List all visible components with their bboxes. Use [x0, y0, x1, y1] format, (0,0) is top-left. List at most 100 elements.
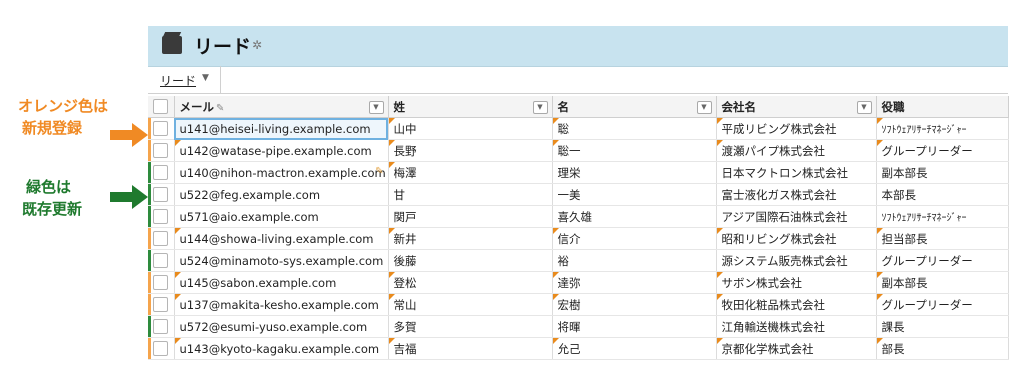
title-cell[interactable]: 担当部長	[876, 227, 1009, 250]
row-checkbox-cell[interactable]	[148, 205, 175, 228]
email-cell[interactable]: u524@minamoto-sys.example.com	[174, 249, 389, 272]
row-checkbox-cell[interactable]	[148, 315, 175, 338]
email-cell[interactable]: u145@sabon.example.com	[174, 271, 389, 294]
last-name-cell[interactable]: 梅澤	[388, 161, 553, 184]
table-row[interactable]: u524@minamoto-sys.example.com 後藤 裕 源システム…	[148, 249, 1009, 272]
table-row[interactable]: u144@showa-living.example.com 新井 信介 昭和リビ…	[148, 227, 1009, 250]
view-selector[interactable]: リード ▼	[148, 66, 221, 93]
table-row[interactable]: u142@watase-pipe.example.com 長野 聡一 渡瀬パイプ…	[148, 139, 1009, 162]
first-name-cell[interactable]: 聡	[552, 117, 717, 140]
email-cell[interactable]: u522@feg.example.com	[174, 183, 389, 206]
chevron-down-icon[interactable]: ▼	[202, 73, 209, 83]
last-name-cell[interactable]: 吉福	[388, 337, 553, 360]
row-checkbox[interactable]	[153, 275, 169, 290]
first-name-cell[interactable]: 宏樹	[552, 293, 717, 316]
first-name-cell[interactable]: 聡一	[552, 139, 717, 162]
first-name-cell[interactable]: 一美	[552, 183, 717, 206]
last-name-cell[interactable]: 後藤	[388, 249, 553, 272]
last-name-cell[interactable]: 常山	[388, 293, 553, 316]
select-all-checkbox[interactable]	[153, 99, 169, 114]
table-row[interactable]: u137@makita-kesho.example.com 常山 宏樹 牧田化粧…	[148, 293, 1009, 316]
row-checkbox[interactable]	[153, 341, 169, 356]
column-header-email[interactable]: メール ✎ ▼	[174, 96, 389, 118]
last-name-cell[interactable]: 多賀	[388, 315, 553, 338]
email-cell[interactable]: u137@makita-kesho.example.com	[174, 293, 389, 316]
row-checkbox-cell[interactable]	[148, 249, 175, 272]
email-cell[interactable]: u144@showa-living.example.com	[174, 227, 389, 250]
last-name-cell[interactable]: 山中	[388, 117, 553, 140]
email-cell[interactable]: u143@kyoto-kagaku.example.com	[174, 337, 389, 360]
title-cell[interactable]: 副本部長	[876, 161, 1009, 184]
first-name-cell[interactable]: 理栄	[552, 161, 717, 184]
column-header-last-name[interactable]: 姓 ▼	[388, 96, 553, 118]
row-checkbox[interactable]	[153, 253, 169, 268]
first-name-cell[interactable]: 允己	[552, 337, 717, 360]
gear-icon[interactable]: ✲	[252, 38, 262, 52]
row-checkbox[interactable]	[153, 231, 169, 246]
table-row[interactable]: u140@nihon-mactron.example.com ✎ 梅澤 理栄 日本…	[148, 161, 1009, 184]
column-header-first-name[interactable]: 名 ▼	[552, 96, 717, 118]
row-checkbox[interactable]	[153, 187, 169, 202]
title-cell[interactable]: ｿﾌﾄｳｪｱﾘｻｰﾁﾏﾈｰｼﾞｬｰ	[876, 205, 1009, 228]
table-row[interactable]: u143@kyoto-kagaku.example.com 吉福 允己 京都化学…	[148, 337, 1009, 360]
company-cell[interactable]: 源システム販売株式会社	[716, 249, 877, 272]
row-checkbox-cell[interactable]	[148, 117, 175, 140]
company-cell[interactable]: 江角輸送機株式会社	[716, 315, 877, 338]
email-cell[interactable]: u140@nihon-mactron.example.com ✎	[174, 161, 389, 184]
row-checkbox[interactable]	[153, 209, 169, 224]
table-row[interactable]: u145@sabon.example.com 登松 達弥 サボン株式会社 副本部…	[148, 271, 1009, 294]
last-name-cell[interactable]: 甘	[388, 183, 553, 206]
email-cell[interactable]: u142@watase-pipe.example.com	[174, 139, 389, 162]
column-menu-first-name-icon[interactable]: ▼	[696, 101, 712, 114]
title-cell[interactable]: 本部長	[876, 183, 1009, 206]
title-cell[interactable]: 部長	[876, 337, 1009, 360]
company-cell[interactable]: アジア国際石油株式会社	[716, 205, 877, 228]
row-checkbox[interactable]	[153, 121, 169, 136]
first-name-cell[interactable]: 裕	[552, 249, 717, 272]
title-cell[interactable]: 課長	[876, 315, 1009, 338]
column-menu-email-icon[interactable]: ▼	[368, 101, 384, 114]
title-cell[interactable]: ｿﾌﾄｳｪｱﾘｻｰﾁﾏﾈｰｼﾞｬｰ	[876, 117, 1009, 140]
company-cell[interactable]: サボン株式会社	[716, 271, 877, 294]
table-row[interactable]: u572@esumi-yuso.example.com 多賀 将暉 江角輸送機株…	[148, 315, 1009, 338]
company-cell[interactable]: 昭和リビング株式会社	[716, 227, 877, 250]
row-checkbox[interactable]	[153, 319, 169, 334]
row-checkbox-cell[interactable]	[148, 271, 175, 294]
row-checkbox-cell[interactable]	[148, 293, 175, 316]
row-checkbox-cell[interactable]	[148, 183, 175, 206]
first-name-cell[interactable]: 喜久雄	[552, 205, 717, 228]
title-cell[interactable]: 副本部長	[876, 271, 1009, 294]
table-row[interactable]: u571@aio.example.com 関戸 喜久雄 アジア国際石油株式会社 …	[148, 205, 1009, 228]
row-checkbox[interactable]	[153, 297, 169, 312]
row-checkbox-cell[interactable]	[148, 337, 175, 360]
row-checkbox[interactable]	[153, 143, 169, 158]
table-row[interactable]: u141@heisei-living.example.com 山中 聡 平成リビ…	[148, 117, 1009, 140]
email-cell[interactable]: u572@esumi-yuso.example.com	[174, 315, 389, 338]
email-cell[interactable]: u141@heisei-living.example.com	[174, 117, 389, 140]
view-label[interactable]: リード	[160, 72, 196, 89]
row-checkbox[interactable]	[153, 165, 169, 180]
edit-pencil-icon[interactable]: ✎	[375, 166, 383, 177]
first-name-cell[interactable]: 将暉	[552, 315, 717, 338]
first-name-cell[interactable]: 信介	[552, 227, 717, 250]
title-cell[interactable]: グループリーダー	[876, 139, 1009, 162]
company-cell[interactable]: 日本マクトロン株式会社	[716, 161, 877, 184]
last-name-cell[interactable]: 新井	[388, 227, 553, 250]
title-cell[interactable]: グループリーダー	[876, 249, 1009, 272]
email-cell[interactable]: u571@aio.example.com	[174, 205, 389, 228]
select-all-checkbox-cell[interactable]	[148, 96, 175, 118]
company-cell[interactable]: 富士液化ガス株式会社	[716, 183, 877, 206]
company-cell[interactable]: 平成リビング株式会社	[716, 117, 877, 140]
first-name-cell[interactable]: 達弥	[552, 271, 717, 294]
row-checkbox-cell[interactable]	[148, 161, 175, 184]
last-name-cell[interactable]: 登松	[388, 271, 553, 294]
table-row[interactable]: u522@feg.example.com 甘 一美 富士液化ガス株式会社 本部長	[148, 183, 1009, 206]
row-checkbox-cell[interactable]	[148, 227, 175, 250]
column-header-company[interactable]: 会社名 ▼	[716, 96, 877, 118]
company-cell[interactable]: 渡瀬パイプ株式会社	[716, 139, 877, 162]
title-cell[interactable]: グループリーダー	[876, 293, 1009, 316]
last-name-cell[interactable]: 関戸	[388, 205, 553, 228]
column-menu-company-icon[interactable]: ▼	[856, 101, 872, 114]
last-name-cell[interactable]: 長野	[388, 139, 553, 162]
company-cell[interactable]: 京都化学株式会社	[716, 337, 877, 360]
